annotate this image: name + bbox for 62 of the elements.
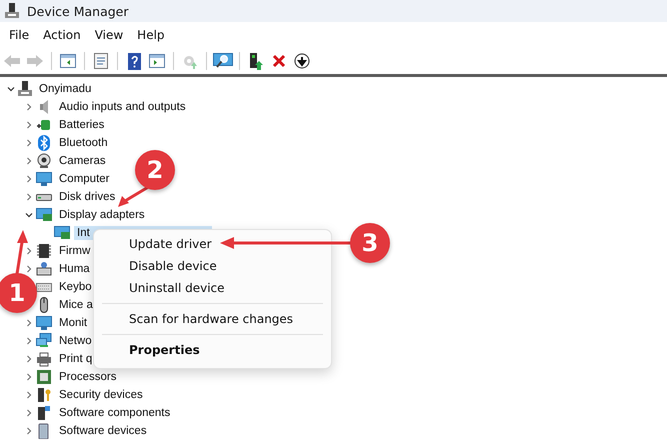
tree-item[interactable]: Display adapters bbox=[56, 208, 148, 222]
menu-item[interactable]: Action bbox=[36, 28, 88, 42]
key-device-icon bbox=[36, 387, 52, 403]
step-badge: 2 bbox=[135, 150, 175, 190]
panel-icon bbox=[149, 54, 165, 68]
menu-item[interactable]: File bbox=[2, 28, 36, 42]
tree-item[interactable]: Security devices bbox=[56, 388, 146, 402]
help-book-icon bbox=[128, 52, 140, 70]
close-icon bbox=[272, 54, 286, 68]
tree-item[interactable]: Processors bbox=[56, 370, 120, 384]
monitor-icon bbox=[36, 315, 52, 331]
monitor-search-icon bbox=[213, 53, 233, 69]
context-menu-item[interactable]: Scan for hardware changes bbox=[94, 308, 331, 330]
panel-icon bbox=[60, 54, 76, 68]
computer-tower-icon bbox=[5, 3, 19, 19]
annotation-arrow bbox=[16, 230, 28, 274]
tree-item[interactable]: Monit bbox=[56, 316, 90, 330]
tree-item[interactable]: Mice a bbox=[56, 298, 96, 312]
tree-item[interactable]: Print q bbox=[56, 352, 96, 366]
menu-item[interactable]: Help bbox=[130, 28, 172, 42]
tree-item[interactable]: Batteries bbox=[56, 118, 108, 132]
disk-drive-icon bbox=[36, 194, 52, 200]
tree-item[interactable]: Keybo bbox=[56, 280, 95, 294]
gear-update-icon bbox=[182, 53, 198, 69]
tree-item[interactable]: Software devices bbox=[56, 424, 150, 438]
display-card-icon bbox=[54, 225, 70, 241]
context-menu-item[interactable]: Uninstall device bbox=[94, 277, 331, 299]
window-title: Device Manager bbox=[27, 4, 129, 18]
tree-item[interactable]: Firmw bbox=[56, 244, 94, 258]
step-badge: 1 bbox=[0, 273, 37, 313]
network-icon bbox=[36, 333, 52, 349]
computer-tower-icon bbox=[18, 81, 32, 97]
processor-icon bbox=[36, 369, 52, 385]
tree-item[interactable]: Audio inputs and outputs bbox=[56, 100, 189, 114]
device-component-icon bbox=[36, 405, 52, 421]
bluetooth-icon bbox=[36, 135, 52, 151]
forward-arrow-icon bbox=[26, 54, 44, 68]
context-menu-item[interactable]: Disable device bbox=[94, 255, 331, 277]
webcam-icon bbox=[36, 153, 52, 169]
tree-item[interactable]: Netwo bbox=[56, 334, 95, 348]
context-menu-item[interactable]: Update driver bbox=[94, 233, 331, 255]
tree-item[interactable]: Computer bbox=[56, 172, 112, 186]
tree-item[interactable]: Bluetooth bbox=[56, 136, 111, 150]
keyboard-person-icon bbox=[36, 261, 52, 277]
step-badge: 3 bbox=[350, 223, 390, 263]
tree-item[interactable]: Onyimadu bbox=[36, 82, 94, 96]
toolbar-button[interactable] bbox=[292, 51, 312, 71]
battery-plug-icon bbox=[36, 117, 52, 133]
context-menu-item[interactable]: Properties bbox=[94, 339, 331, 361]
chip-icon bbox=[36, 243, 52, 259]
back-arrow-icon bbox=[3, 54, 21, 68]
display-card-icon bbox=[36, 207, 52, 223]
monitor-icon bbox=[36, 171, 52, 187]
tree-item[interactable]: Disk drives bbox=[56, 190, 118, 204]
tree-item[interactable]: Cameras bbox=[56, 154, 109, 168]
device-update-icon bbox=[249, 52, 263, 70]
download-icon bbox=[294, 53, 310, 69]
tree-item[interactable]: Software components bbox=[56, 406, 174, 420]
menu-item[interactable]: View bbox=[88, 28, 130, 42]
tree-item[interactable]: Huma bbox=[56, 262, 93, 276]
properties-sheet-icon bbox=[94, 53, 108, 69]
printer-icon bbox=[36, 351, 52, 367]
